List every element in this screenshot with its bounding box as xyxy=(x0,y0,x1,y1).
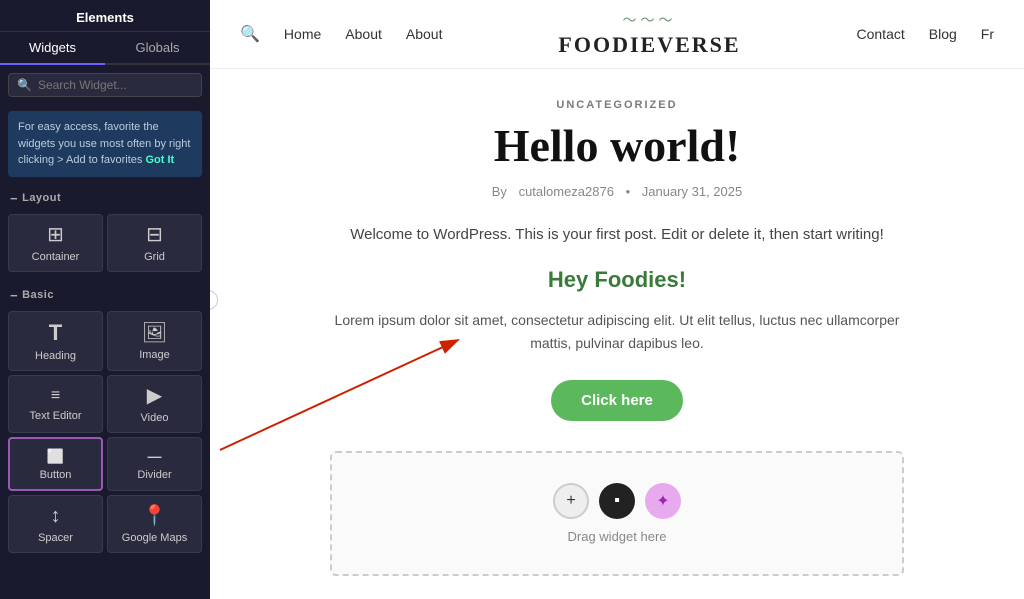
container-label: Container xyxy=(32,251,80,263)
nav-link-blog[interactable]: Blog xyxy=(929,26,957,42)
button-icon: ⬜ xyxy=(47,449,64,463)
container-icon: ⊞ xyxy=(47,225,64,245)
info-box: For easy access, favorite the widgets yo… xyxy=(8,111,202,177)
click-here-button[interactable]: Click here xyxy=(551,380,683,421)
canvas: ‹ 🔍 Home About About ～～～ FOODIEVERSE Con… xyxy=(210,0,1024,599)
nav-left: 🔍 Home About About xyxy=(240,24,442,44)
post-intro: Welcome to WordPress. This is your first… xyxy=(270,223,964,247)
drop-plus-icon[interactable]: + xyxy=(553,483,589,519)
nav-link-about2[interactable]: About xyxy=(406,26,443,42)
widget-text-editor[interactable]: ≡ Text Editor xyxy=(8,375,103,433)
widget-google-maps[interactable]: 📍 Google Maps xyxy=(107,495,202,553)
google-maps-label: Google Maps xyxy=(122,532,187,544)
post-subheading: Hey Foodies! xyxy=(270,267,964,293)
post-body: Lorem ipsum dolor sit amet, consectetur … xyxy=(270,309,964,357)
widget-divider[interactable]: — Divider xyxy=(107,437,202,491)
basic-widget-grid: T Heading 🖼 Image ≡ Text Editor ▶ Video … xyxy=(0,307,210,561)
post-content: UNCATEGORIZED Hello world! By cutalomeza… xyxy=(210,69,1024,599)
grid-icon: ⊟ xyxy=(146,225,163,245)
main-area: ‹ 🔍 Home About About ～～～ FOODIEVERSE Con… xyxy=(210,0,1024,599)
nav-link-home[interactable]: Home xyxy=(284,26,321,42)
text-editor-label: Text Editor xyxy=(30,410,82,422)
image-label: Image xyxy=(139,349,170,361)
nav-link-contact[interactable]: Contact xyxy=(857,26,905,42)
nav-link-about1[interactable]: About xyxy=(345,26,382,42)
spacer-label: Spacer xyxy=(38,532,73,544)
video-icon: ▶ xyxy=(147,386,162,406)
button-label: Button xyxy=(40,469,72,481)
logo-text: FOODIEVERSE xyxy=(558,32,740,57)
widget-button[interactable]: ⬜ Button xyxy=(8,437,103,491)
search-input[interactable] xyxy=(38,78,193,92)
drop-folder-icon[interactable]: ▪ xyxy=(599,483,635,519)
drop-zone-icons: + ▪ ✦ xyxy=(553,483,681,519)
nav-center: ～～～ FOODIEVERSE xyxy=(558,10,740,58)
google-maps-icon: 📍 xyxy=(142,506,167,526)
heading-icon: T xyxy=(49,322,62,344)
site-nav: 🔍 Home About About ～～～ FOODIEVERSE Conta… xyxy=(210,0,1024,69)
drop-zone: + ▪ ✦ Drag widget here xyxy=(330,451,904,576)
widget-heading[interactable]: T Heading xyxy=(8,311,103,371)
heading-label: Heading xyxy=(35,350,76,362)
search-box: 🔍 xyxy=(8,73,202,97)
text-editor-icon: ≡ xyxy=(51,388,60,404)
logo-wave: ～～～ xyxy=(558,10,740,30)
post-category: UNCATEGORIZED xyxy=(270,99,964,111)
grid-label: Grid xyxy=(144,251,165,263)
search-icon: 🔍 xyxy=(17,78,32,92)
spacer-icon: ↕ xyxy=(51,506,61,526)
drop-magic-icon[interactable]: ✦ xyxy=(645,483,681,519)
video-label: Video xyxy=(141,412,169,424)
post-date: January 31, 2025 xyxy=(642,184,742,199)
info-cta[interactable]: Got It xyxy=(146,154,175,166)
post-author: cutalomeza2876 xyxy=(519,184,614,199)
canvas-wrapper: ‹ 🔍 Home About About ～～～ FOODIEVERSE Con… xyxy=(210,0,1024,599)
nav-search-icon[interactable]: 🔍 xyxy=(240,24,260,44)
widget-image[interactable]: 🖼 Image xyxy=(107,311,202,371)
sidebar-title: Elements xyxy=(0,0,210,32)
tabs-row: Widgets Globals xyxy=(0,32,210,65)
widget-container[interactable]: ⊞ Container xyxy=(8,214,103,272)
post-dot: • xyxy=(626,184,634,199)
divider-icon: — xyxy=(148,449,162,463)
widget-video[interactable]: ▶ Video xyxy=(107,375,202,433)
layout-widget-grid: ⊞ Container ⊟ Grid xyxy=(0,210,210,280)
post-by: By xyxy=(492,184,507,199)
tab-globals[interactable]: Globals xyxy=(105,32,210,65)
widget-spacer[interactable]: ↕ Spacer xyxy=(8,495,103,553)
image-icon: 🖼 xyxy=(142,323,167,343)
tab-widgets[interactable]: Widgets xyxy=(0,32,105,65)
divider-label: Divider xyxy=(137,469,171,481)
post-title: Hello world! xyxy=(270,121,964,172)
drop-label: Drag widget here xyxy=(568,529,667,544)
section-basic-label: Basic xyxy=(0,280,210,307)
widget-grid[interactable]: ⊟ Grid xyxy=(107,214,202,272)
nav-right: Contact Blog Fr xyxy=(857,26,995,42)
section-layout-label: Layout xyxy=(0,183,210,210)
nav-link-fr[interactable]: Fr xyxy=(981,26,994,42)
post-meta: By cutalomeza2876 • January 31, 2025 xyxy=(270,184,964,199)
sidebar: Elements Widgets Globals 🔍 For easy acce… xyxy=(0,0,210,599)
